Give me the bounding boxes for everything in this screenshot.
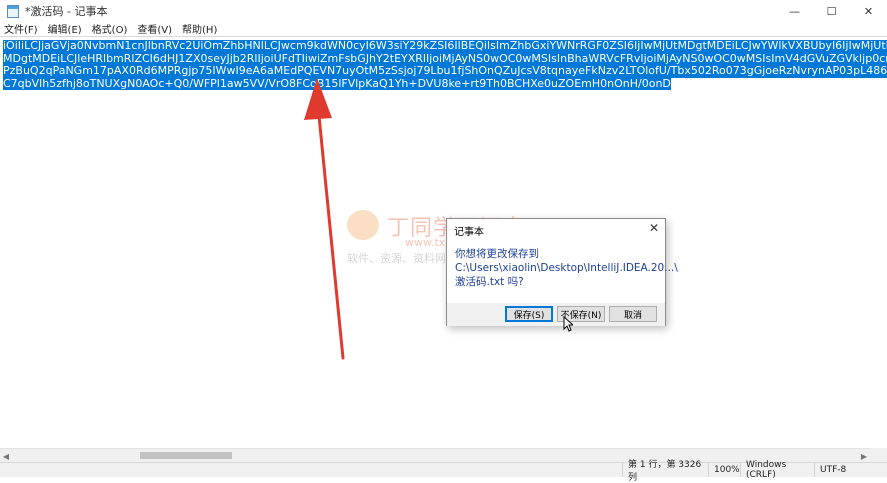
- scrollbar-thumb[interactable]: [140, 452, 232, 459]
- maximize-button[interactable]: ☐: [813, 0, 850, 22]
- scroll-right-icon[interactable]: ▶: [859, 451, 869, 461]
- horizontal-scrollbar[interactable]: ◀ ▶: [0, 448, 870, 462]
- text-line[interactable]: iOiIiLCJjaGVja0NvbmN1cnJlbnRVc2UiOmZhbHN…: [3, 39, 887, 53]
- save-dialog: 记事本 ✕ 你想将更改保存到 C:\Users\xiaolin\Desktop\…: [446, 218, 678, 326]
- status-line-ending: Windows (CRLF): [740, 460, 814, 480]
- text-line[interactable]: PzBuQ2qPaNGm17pAX0Rd6MPRgjp75IWwI9eA6aME…: [3, 65, 887, 78]
- menu-file[interactable]: 文件(F): [0, 21, 43, 36]
- window-title: *激活码 - 记事本: [25, 5, 108, 18]
- window-controls: — ☐ ✕: [776, 0, 887, 22]
- dialog-message-line: 你想将更改保存到: [455, 248, 539, 260]
- dialog-message: 你想将更改保存到 C:\Users\xiaolin\Desktop\Intell…: [455, 247, 678, 289]
- menu-format[interactable]: 格式(O): [87, 21, 133, 36]
- minimize-button[interactable]: —: [776, 0, 813, 22]
- dialog-close-icon[interactable]: ✕: [649, 221, 659, 235]
- status-position: 第 1 行，第 3326 列: [622, 460, 708, 483]
- editor-text[interactable]: iOiIiLCJjaGVja0NvbmN1cnJlbnRVc2UiOmZhbHN…: [3, 39, 887, 91]
- menu-help[interactable]: 帮助(H): [177, 21, 222, 36]
- dialog-footer: 保存(S) 不保存(N) 取消: [447, 303, 665, 326]
- status-zoom: 100%: [708, 463, 740, 477]
- text-line[interactable]: C7qbVlh5zfhj8oTNUXgN0AOc+Q0/WFPl1aw5VV/V…: [3, 77, 671, 91]
- dialog-title: 记事本: [454, 227, 484, 238]
- cancel-button[interactable]: 取消: [609, 306, 657, 322]
- dont-save-button[interactable]: 不保存(N): [557, 306, 605, 322]
- menu-bar: 文件(F) 编辑(E) 格式(O) 查看(V) 帮助(H): [0, 21, 887, 36]
- close-button[interactable]: ✕: [850, 0, 887, 22]
- save-button[interactable]: 保存(S): [505, 306, 553, 322]
- text-editor[interactable]: iOiIiLCJjaGVja0NvbmN1cnJlbnRVc2UiOmZhbHN…: [0, 36, 887, 454]
- title-bar: *激活码 - 记事本 — ☐ ✕: [0, 0, 887, 22]
- notepad-icon: [7, 4, 19, 18]
- dialog-message-path: C:\Users\xiaolin\Desktop\IntelliJ.IDEA.2…: [455, 262, 678, 274]
- status-bar: 第 1 行，第 3326 列 100% Windows (CRLF) UTF-8: [0, 460, 887, 483]
- status-encoding: UTF-8: [814, 463, 887, 477]
- scroll-left-icon[interactable]: ◀: [1, 451, 11, 461]
- menu-view[interactable]: 查看(V): [132, 21, 177, 36]
- menu-edit[interactable]: 编辑(E): [43, 21, 87, 36]
- scroll-corner: [870, 448, 887, 462]
- dialog-message-file: 激活码.txt 吗?: [455, 276, 524, 288]
